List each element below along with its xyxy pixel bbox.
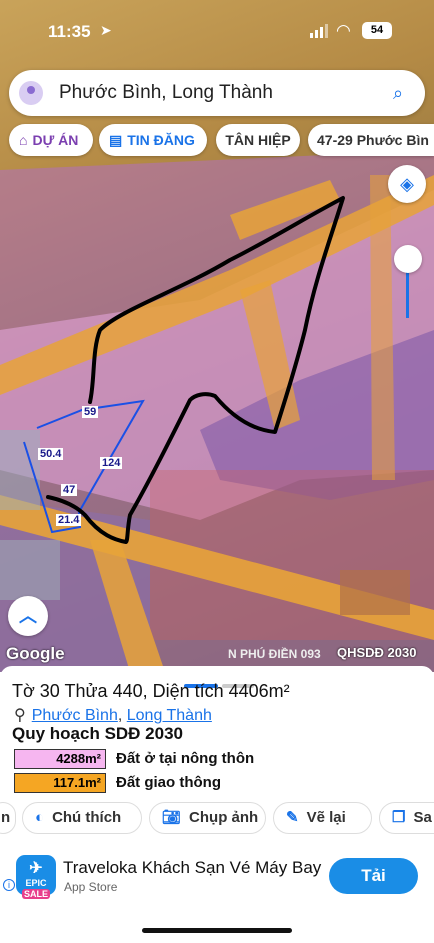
app-logo: ✈︎ EPIC SALE bbox=[16, 855, 56, 899]
logo-text-top: EPIC bbox=[25, 878, 47, 888]
action-button-prev[interactable]: n bbox=[0, 802, 16, 834]
search-bar[interactable]: Phước Bình, Long Thành ⌕ bbox=[9, 70, 425, 116]
ad-banner[interactable]: i ✈︎ EPIC SALE Traveloka Khách Sạn Vé Má… bbox=[0, 848, 434, 908]
ad-install-button[interactable]: Tải bbox=[329, 858, 418, 894]
app-screen: 59 50.4 124 47 21.4 ◈ ︿ Google N PHÚ ĐIỀ… bbox=[0, 0, 434, 943]
chip-parcel[interactable]: 47-29 Phước Bìn bbox=[308, 124, 434, 156]
legend-label: Đất giao thông bbox=[116, 774, 221, 791]
search-icon[interactable]: ⌕ bbox=[393, 83, 403, 104]
battery-icon: 54 bbox=[362, 22, 392, 39]
legend-area: 4288m² bbox=[14, 749, 106, 769]
status-time: 11:35 bbox=[48, 22, 91, 41]
action-toolbar: n ◐ Chú thích 📷︎ Chụp ảnh ✎ Vẽ lại ❐ Sa bbox=[0, 802, 434, 836]
chip-tan-hiep[interactable]: TÂN HIỆP bbox=[216, 124, 300, 156]
location-pin-icon: ⚲ bbox=[14, 707, 26, 724]
dimension-label: 47 bbox=[61, 484, 78, 496]
dimension-label: 59 bbox=[82, 406, 99, 418]
chip-label: TIN ĐĂNG bbox=[127, 132, 195, 148]
location-separator: , bbox=[117, 707, 127, 724]
action-label: Chú thích bbox=[52, 809, 122, 826]
redraw-icon: ✎ bbox=[286, 809, 299, 826]
parcel-location: ⚲ Phước Bình, Long Thành bbox=[14, 705, 212, 725]
expand-up-button[interactable]: ︿ bbox=[8, 596, 48, 636]
action-label: n bbox=[1, 809, 11, 826]
signal-icon bbox=[310, 24, 328, 38]
action-label: Sa bbox=[413, 809, 432, 826]
map-place-label: N PHÚ ĐIỀN 093 bbox=[228, 647, 321, 661]
parcel-title: Tờ 30 Thửa 440, Diện tích 4406m² bbox=[12, 681, 290, 701]
legend-label: Đất ở tại nông thôn bbox=[116, 750, 255, 767]
search-input[interactable]: Phước Bình, Long Thành bbox=[59, 82, 273, 104]
action-label: Vẽ lại bbox=[306, 809, 346, 826]
chip-label: TÂN HIỆP bbox=[225, 132, 291, 148]
plan-title: Quy hoạch SDĐ 2030 bbox=[12, 724, 184, 743]
bird-icon: ✈︎ bbox=[29, 860, 43, 877]
location-arrow-icon: ➤ bbox=[100, 22, 112, 38]
dimension-label: 50.4 bbox=[38, 448, 64, 460]
ad-store: App Store bbox=[64, 880, 118, 894]
redraw-button[interactable]: ✎ Vẽ lại bbox=[273, 802, 372, 834]
chip-label: 47-29 Phước Bìn bbox=[317, 132, 429, 148]
link-long-thanh[interactable]: Long Thành bbox=[127, 707, 212, 724]
layers-button[interactable]: ◈ bbox=[388, 165, 426, 203]
action-label: Chụp ảnh bbox=[189, 809, 259, 826]
status-bar: 11:35 ➤ ◠ 54 bbox=[0, 0, 434, 60]
chip-tin-dang[interactable]: ▤ TIN ĐĂNG bbox=[99, 124, 207, 156]
avatar[interactable] bbox=[19, 81, 43, 105]
info-icon[interactable]: i bbox=[3, 879, 15, 891]
ad-app-name: Traveloka Khách Sạn Vé Máy Bay bbox=[63, 858, 322, 877]
google-logo: Google bbox=[6, 644, 65, 663]
legend-button[interactable]: ◐ Chú thích bbox=[22, 802, 142, 834]
home-indicator[interactable] bbox=[142, 928, 292, 933]
copy-icon: ❐ bbox=[392, 809, 406, 826]
capture-button[interactable]: 📷︎ Chụp ảnh bbox=[149, 802, 266, 834]
dimension-label: 124 bbox=[100, 457, 123, 469]
wifi-icon: ◠ bbox=[336, 21, 351, 40]
contrast-icon: ◐ bbox=[35, 809, 45, 826]
layer-label: QHSDĐ 2030 bbox=[337, 645, 417, 660]
link-phuoc-binh[interactable]: Phước Bình bbox=[32, 707, 118, 724]
chevron-up-icon: ︿ bbox=[19, 606, 37, 626]
copy-button[interactable]: ❐ Sa bbox=[379, 802, 434, 834]
dimension-label: 21.4 bbox=[56, 514, 82, 526]
logo-text-bottom: SALE bbox=[21, 889, 50, 899]
layers-icon: ◈ bbox=[400, 174, 414, 194]
chip-label: DỰ ÁN bbox=[32, 132, 79, 148]
camera-icon: 📷︎ bbox=[162, 809, 182, 826]
opacity-slider-thumb[interactable] bbox=[394, 245, 422, 273]
chip-du-an[interactable]: ⌂ DỰ ÁN bbox=[9, 124, 93, 156]
building-icon: ⌂ bbox=[19, 132, 28, 148]
legend-area: 117.1m² bbox=[14, 773, 106, 793]
list-icon: ▤ bbox=[109, 132, 123, 148]
